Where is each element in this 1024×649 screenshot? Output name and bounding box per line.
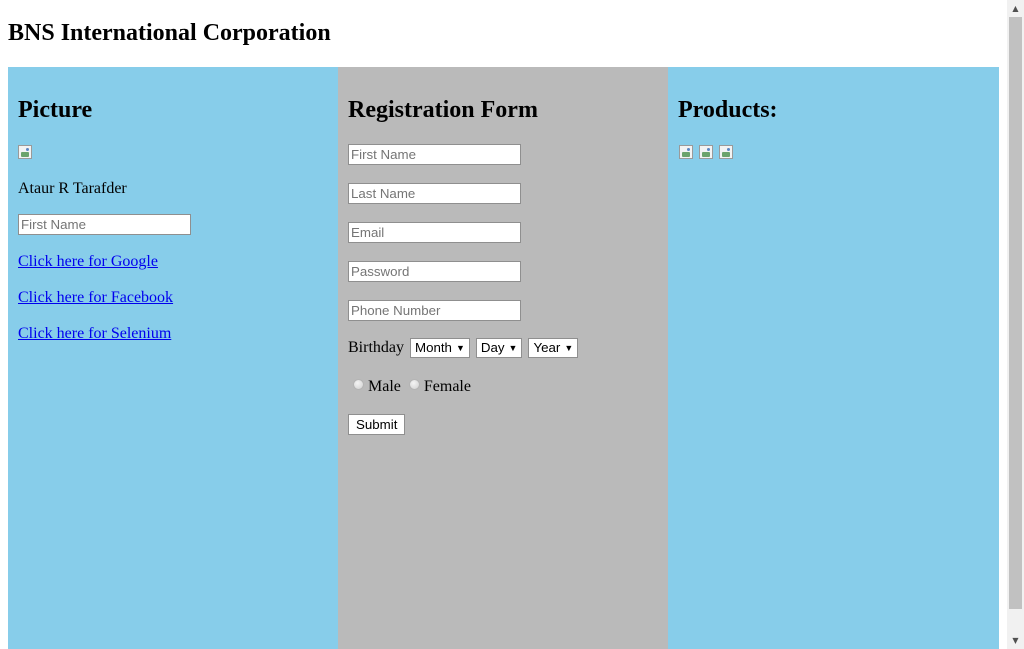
registration-heading: Registration Form [348, 97, 538, 123]
first-name-input[interactable] [18, 214, 191, 235]
selenium-link[interactable]: Click here for Selenium [18, 324, 171, 344]
scroll-down-arrow-icon[interactable]: ▼ [1007, 632, 1024, 649]
gender-female-label: Female [423, 378, 471, 395]
picture-panel: Picture Ataur R Tarafder Click here for … [8, 67, 338, 649]
month-select-value: Month [415, 340, 452, 356]
picture-heading: Picture [18, 97, 93, 123]
reg-phone-input[interactable] [348, 300, 521, 321]
broken-image-icon [679, 145, 693, 159]
vertical-scrollbar[interactable]: ▲ ▼ [1007, 0, 1024, 649]
birthday-label: Birthday [348, 339, 404, 356]
products-panel: Products: [668, 67, 999, 649]
scroll-thumb[interactable] [1009, 17, 1022, 609]
broken-image-icon [719, 145, 733, 159]
products-heading: Products: [678, 97, 778, 123]
scroll-up-arrow-icon[interactable]: ▲ [1007, 0, 1024, 17]
reg-password-input[interactable] [348, 261, 521, 282]
chevron-down-icon: ▼ [564, 343, 574, 354]
reg-email-input[interactable] [348, 222, 521, 243]
gender-male-radio[interactable] [353, 379, 364, 390]
facebook-link[interactable]: Click here for Facebook [18, 288, 173, 308]
reg-first-name-input[interactable] [348, 144, 521, 165]
gender-row: Male Female [353, 377, 471, 397]
broken-image-icon [18, 145, 32, 159]
author-name: Ataur R Tarafder [18, 180, 127, 197]
month-select[interactable]: Month ▼ [410, 338, 470, 359]
gender-female-radio[interactable] [408, 379, 420, 390]
registration-form-panel: Registration Form Birthday Month▼ Day▼ Y… [338, 67, 668, 649]
site-title: BNS International Corporation [8, 20, 331, 46]
google-link[interactable]: Click here for Google [18, 252, 158, 272]
day-select[interactable]: Day ▼ [475, 338, 523, 359]
page: BNS International Corporation Picture At… [0, 0, 1007, 649]
birthday-row: Birthday Month ▼ Day ▼ Year ▼ [348, 338, 579, 359]
broken-image-icon [699, 145, 713, 159]
year-select-value: Year [533, 340, 561, 356]
chevron-down-icon: ▼ [508, 343, 518, 354]
day-select-value: Day [480, 340, 505, 356]
gender-male-label: Male [368, 378, 401, 395]
chevron-down-icon: ▼ [455, 343, 465, 354]
reg-last-name-input[interactable] [348, 183, 521, 204]
year-select[interactable]: Year ▼ [528, 338, 579, 359]
submit-button[interactable]: Submit [348, 414, 406, 435]
